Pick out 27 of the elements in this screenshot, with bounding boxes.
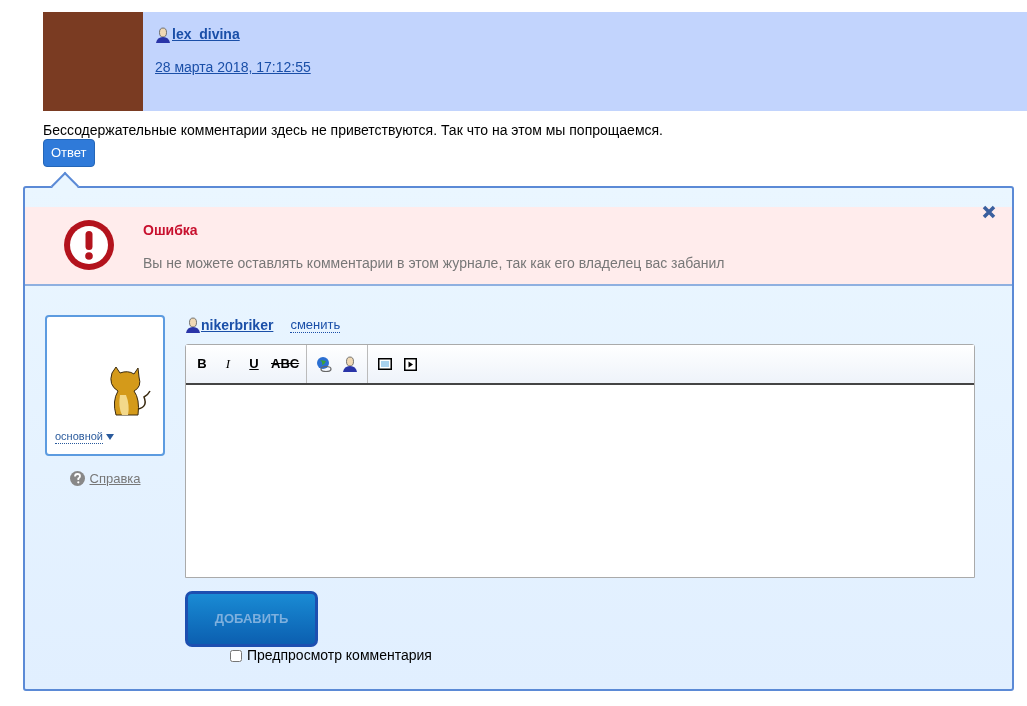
error-message: Вы не можете оставлять комментарии в этом журнале, так как его владелец вас забанил [143, 254, 725, 273]
userpic-selector[interactable]: основной [55, 430, 103, 444]
help-link[interactable]: Справка [89, 469, 141, 489]
date-link[interactable]: 28 марта 2018, 17:12:55 [155, 57, 311, 78]
preview-label: Предпросмотр комментария [247, 646, 432, 665]
user-icon [185, 317, 201, 333]
user-icon [342, 356, 359, 372]
user-icon [155, 26, 171, 43]
format-button[interactable]: U [244, 354, 264, 374]
comment-text: Бессодержательные комментарии здесь не приветствуются. Так что на этом мы попрощаемся. [43, 122, 664, 138]
close-icon[interactable] [982, 205, 996, 219]
userpic-card[interactable]: основной [45, 315, 165, 456]
help-icon [69, 471, 85, 487]
error-title: Ошибка [143, 221, 199, 240]
change-user-link[interactable]: сменить [290, 317, 341, 333]
image-icon[interactable] [378, 358, 393, 370]
author-link[interactable]: lex_divina [172, 24, 240, 45]
preview-checkbox[interactable] [230, 649, 242, 662]
reply-button[interactable]: Ответ [43, 139, 95, 167]
caret-icon [106, 434, 114, 440]
format-button[interactable]: B [192, 354, 212, 374]
error-icon [63, 219, 115, 271]
format-button[interactable]: I [218, 354, 238, 374]
username-link[interactable]: nikerbriker [201, 314, 274, 336]
format-button[interactable]: ABC [270, 354, 301, 374]
globe-link-icon[interactable] [316, 356, 333, 372]
video-icon[interactable] [404, 357, 418, 371]
